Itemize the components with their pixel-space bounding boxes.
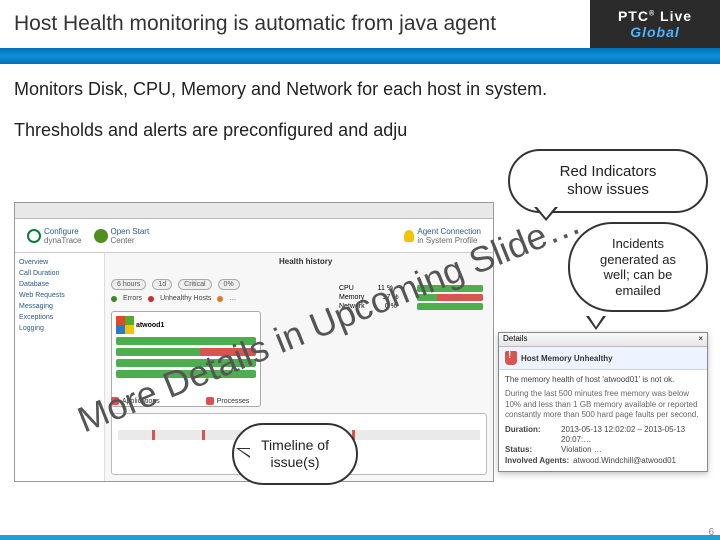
sidebar: Overview Call Duration Database Web Requ… <box>15 253 105 481</box>
status-key: Status: <box>505 445 557 455</box>
start-center-button[interactable]: Open StartCenter <box>94 227 150 245</box>
incident-marker <box>152 430 155 440</box>
callout-line: Red Indicators <box>528 163 688 181</box>
brand-bottom: Global <box>630 24 680 40</box>
slide-title: Host Health monitoring is automatic from… <box>0 0 590 48</box>
procs-indicator[interactable]: Processes <box>206 397 250 405</box>
brand-block: PTC® Live Global <box>590 0 720 48</box>
alert-icon <box>206 397 214 405</box>
filter-pill[interactable]: 1d <box>152 279 172 290</box>
windows-icon <box>116 316 134 334</box>
dot-green-icon <box>111 296 117 302</box>
callout-line: show issues <box>528 181 688 199</box>
configure-button[interactable]: ConfiguredynaTrace <box>27 227 82 245</box>
dot-orange-icon <box>217 296 223 302</box>
toolbar: ConfiguredynaTrace Open StartCenter Agen… <box>15 219 493 253</box>
duration-key: Duration: <box>505 425 557 446</box>
window-titlebar <box>15 203 493 219</box>
accent-band <box>0 48 720 64</box>
agent-label: Agent Connection <box>417 227 481 236</box>
nav-item[interactable]: Logging <box>19 323 100 334</box>
callout-tail <box>236 448 250 458</box>
incident-marker <box>202 430 205 440</box>
details-popup: Details × Host Memory Unhealthy The memo… <box>498 332 708 472</box>
filter-pill[interactable]: Critical <box>178 279 211 290</box>
callout-timeline: Timeline of issue(s) <box>232 423 358 485</box>
nav-item[interactable]: Messaging <box>19 301 100 312</box>
bullet-label: Unhealthy Hosts <box>160 295 211 302</box>
callout-line: Incidents <box>588 236 688 252</box>
nav-item[interactable]: Call Duration <box>19 268 100 279</box>
agent-val: atwood.Windchill@atwood01 <box>573 456 676 466</box>
popup-title: Details <box>503 334 527 345</box>
body-line-1: Monitors Disk, CPU, Memory and Network f… <box>14 76 706 103</box>
configure-label: Configure <box>44 227 82 236</box>
body-line-2: Thresholds and alerts are preconfigured … <box>14 117 706 144</box>
callout-incidents: Incidents generated as well; can be emai… <box>568 222 708 312</box>
status-val: Violation … <box>561 445 602 455</box>
brand-top: PTC <box>618 8 649 24</box>
popup-header-text: Host Memory Unhealthy <box>521 354 613 363</box>
nav-item[interactable]: Overview <box>19 257 100 268</box>
procs-label: Processes <box>217 398 250 405</box>
callout-line: emailed <box>588 283 688 299</box>
filter-tabs: 6 hours 1d Critical 0% <box>111 279 240 290</box>
agent-key: Involved Agents: <box>505 456 569 466</box>
nav-item[interactable]: Database <box>19 279 100 290</box>
popup-msg-2: During the last 500 minutes free memory … <box>505 389 701 420</box>
filter-pill[interactable]: 0% <box>218 279 240 290</box>
close-icon[interactable]: × <box>698 334 703 345</box>
callout-tail <box>586 316 606 330</box>
gear-icon <box>27 229 41 243</box>
filter-pill[interactable]: 6 hours <box>111 279 146 290</box>
brand-mid: Live <box>660 8 692 24</box>
openstart-label: Open Start <box>111 227 150 236</box>
status-bullets: Errors Unhealthy Hosts … <box>111 295 236 302</box>
nav-item[interactable]: Web Requests <box>19 290 100 301</box>
callout-line: well; can be <box>588 267 688 283</box>
bulb-icon <box>404 230 414 242</box>
bullet-label: Errors <box>123 295 142 302</box>
popup-msg-1: The memory health of host 'atwood01' is … <box>505 375 701 385</box>
configure-sublabel: dynaTrace <box>44 236 82 245</box>
duration-val: 2013-05-13 12:02:02 – 2013-05-13 20:07:… <box>561 425 701 446</box>
callout-line: Timeline of <box>252 437 338 454</box>
footer-accent <box>0 535 720 540</box>
dot-red-icon <box>148 296 154 302</box>
bullet-label: … <box>229 295 236 302</box>
shield-icon <box>505 351 517 365</box>
popup-header: Host Memory Unhealthy <box>499 347 707 370</box>
callout-red-indicators: Red Indicators show issues <box>508 149 708 213</box>
health-title: Health history <box>279 257 332 266</box>
start-icon <box>94 229 108 243</box>
nav-item[interactable]: Exceptions <box>19 312 100 323</box>
popup-body: The memory health of host 'atwood01' is … <box>499 370 707 471</box>
center-label: Center <box>111 236 150 245</box>
host-name: atwood1 <box>136 322 164 329</box>
callout-line: issue(s) <box>252 454 338 471</box>
callout-line: generated as <box>588 252 688 268</box>
